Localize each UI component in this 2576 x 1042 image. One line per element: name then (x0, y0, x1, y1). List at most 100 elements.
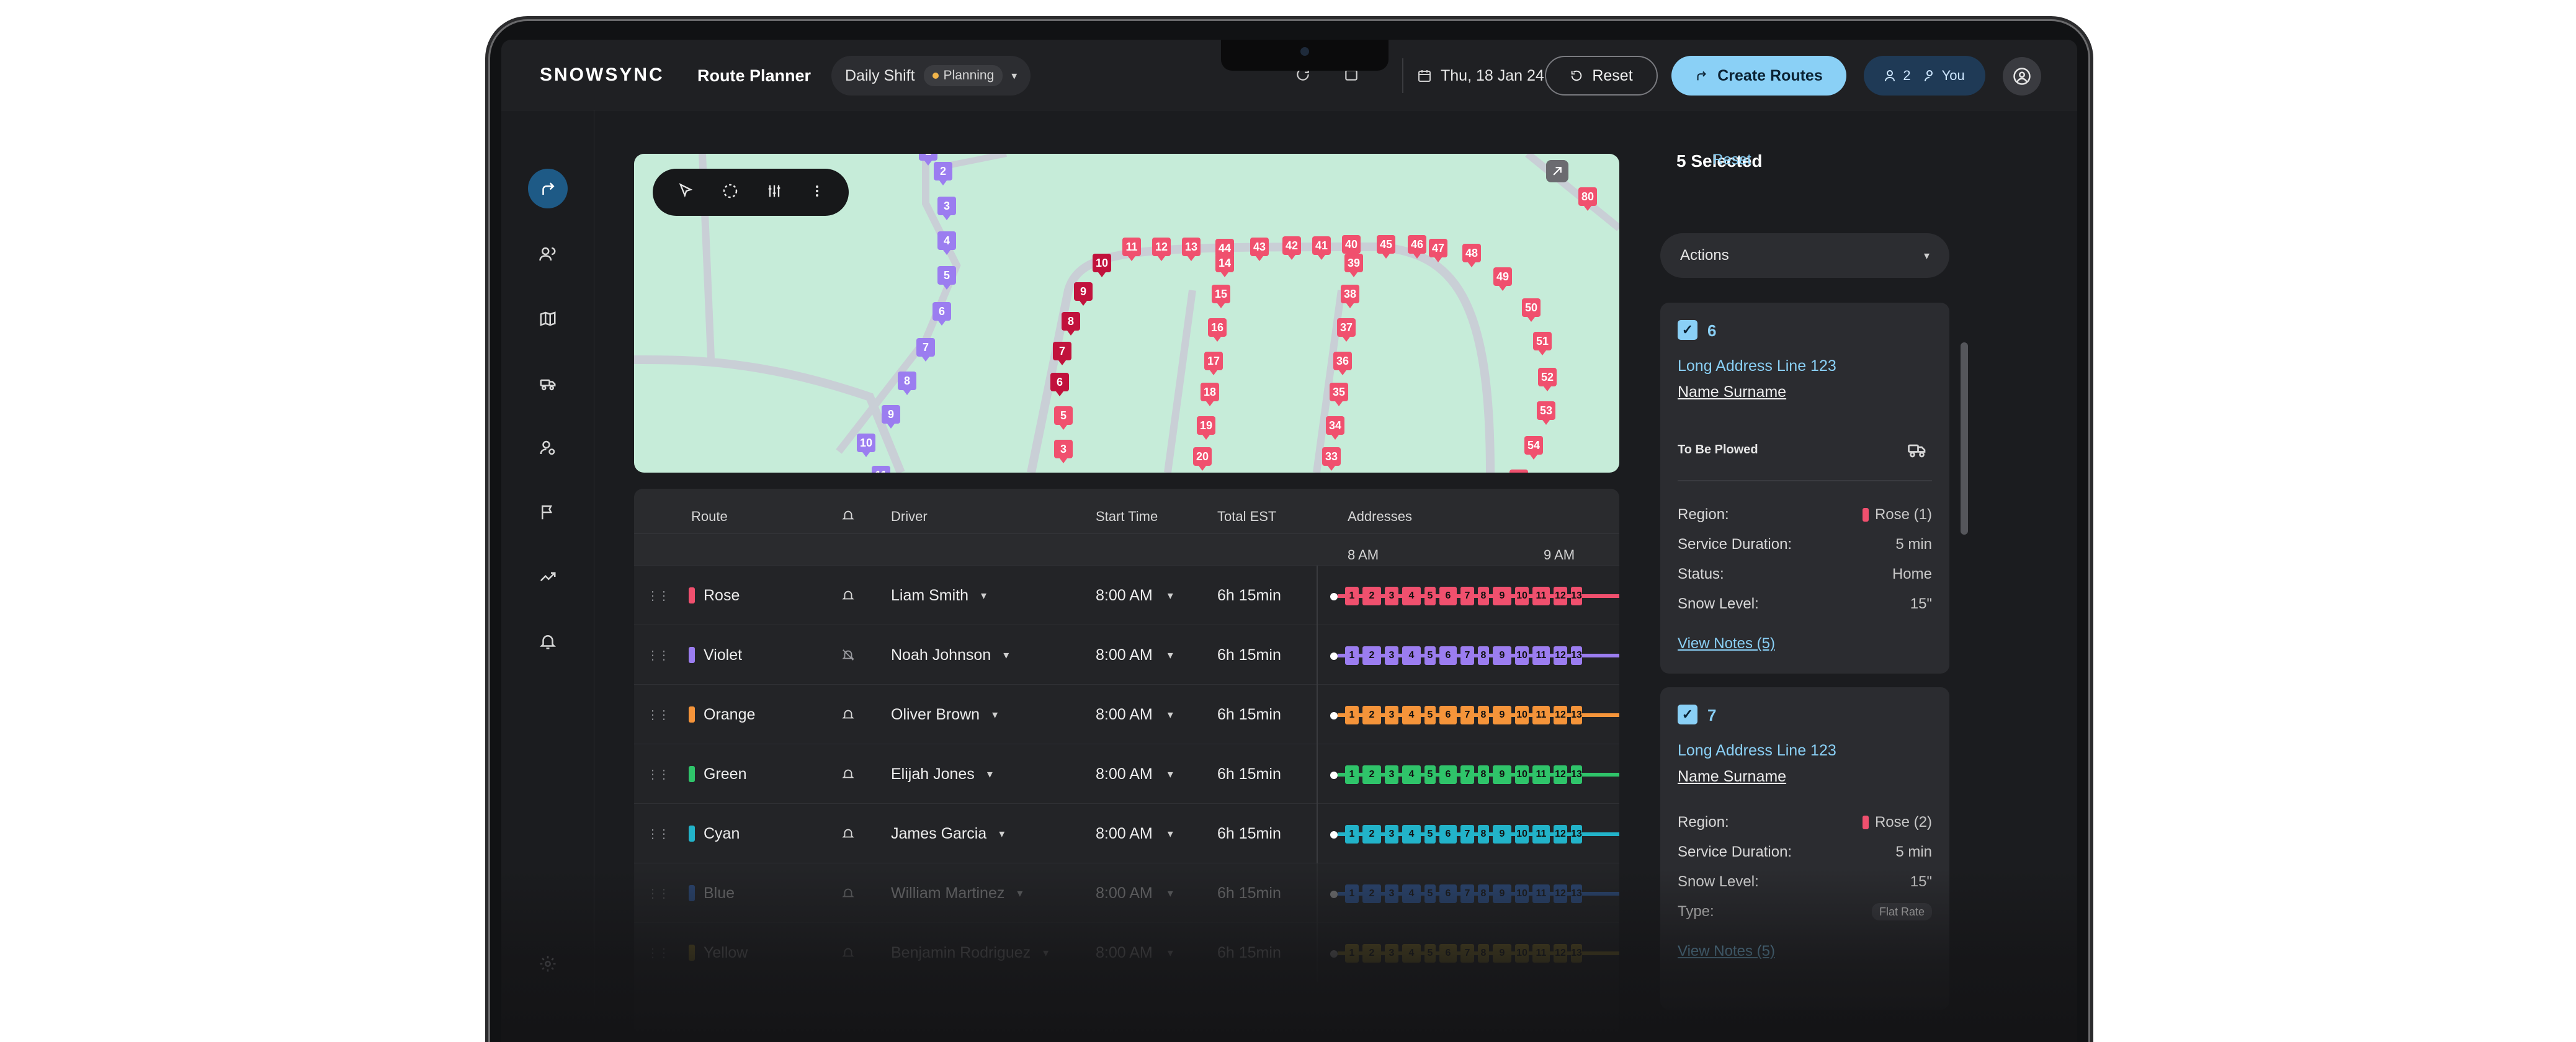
timeline-stop[interactable]: 6 (1439, 706, 1457, 724)
address-timeline[interactable]: 1 2 3 4 5 6 7 8 9 10 11 12 13 (1317, 923, 1619, 982)
map-pin-rose[interactable]: 33 (1322, 447, 1341, 471)
timeline-stop[interactable]: 5 (1424, 944, 1436, 963)
timeline-stop[interactable]: 5 (1424, 765, 1436, 784)
map-pin-rose[interactable]: 9 (1074, 282, 1093, 306)
avatar[interactable] (2003, 57, 2041, 96)
route-map[interactable]: 1234567891011325678910111213444342414045… (634, 154, 1619, 473)
timeline-stop[interactable]: 2 (1362, 646, 1381, 665)
timeline-stop[interactable]: 13 (1571, 646, 1582, 665)
timeline-stop[interactable]: 9 (1493, 884, 1511, 903)
timeline-stop[interactable]: 2 (1362, 765, 1381, 784)
driver-select[interactable]: William Martinez ▾ (891, 863, 1022, 923)
map-pin-rose[interactable]: 41 (1312, 236, 1331, 260)
timeline-stop[interactable]: 3 (1385, 884, 1398, 903)
timeline-stop[interactable]: 1 (1345, 587, 1359, 605)
table-row[interactable]: ⋮⋮ Yellow Benjamin Rodriguez ▾ 8:00 AM ▾ 6h 15… (634, 923, 1619, 982)
drag-handle-icon[interactable]: ⋮⋮ (646, 804, 670, 863)
timeline-stop[interactable]: 9 (1493, 646, 1511, 665)
address-timeline[interactable]: 1 2 3 4 5 6 7 8 9 10 11 12 13 (1317, 804, 1619, 863)
map-pin-violet[interactable]: 9 (882, 405, 900, 429)
collaborators-button[interactable]: 2 You (1864, 56, 1985, 96)
map-pin-rose[interactable]: 8 (1062, 312, 1080, 336)
map-pin-rose[interactable]: 43 (1250, 238, 1269, 261)
sidebar-item-map[interactable] (528, 299, 568, 339)
timeline-stop[interactable]: 11 (1532, 884, 1550, 903)
timeline-stop[interactable]: 4 (1402, 646, 1421, 665)
sidebar-item-vehicles[interactable] (528, 363, 568, 403)
timeline-stop[interactable]: 7 (1460, 587, 1474, 605)
map-pin-rose[interactable]: 80 (1578, 187, 1597, 211)
map-pin-rose[interactable]: 51 (1533, 332, 1552, 355)
bell-off-icon[interactable] (841, 625, 855, 685)
timeline-stop[interactable]: 7 (1460, 825, 1474, 844)
map-pin-rose[interactable]: 54 (1524, 436, 1543, 460)
timeline-stop[interactable]: 11 (1532, 825, 1550, 844)
map-pin-rose[interactable]: 46 (1408, 235, 1426, 259)
timeline-stop[interactable]: 11 (1532, 765, 1550, 784)
timeline-stop[interactable]: 10 (1515, 944, 1529, 963)
map-pin-rose[interactable]: 15 (1212, 285, 1230, 308)
map-pin-rose[interactable]: 49 (1493, 267, 1512, 291)
bell-icon[interactable] (841, 685, 855, 744)
map-pin-rose[interactable]: 18 (1201, 383, 1219, 406)
map-pin-rose[interactable]: 52 (1538, 368, 1557, 391)
timeline-stop[interactable]: 11 (1532, 944, 1550, 963)
timeline-stop[interactable]: 4 (1402, 884, 1421, 903)
driver-select[interactable]: Elijah Jones ▾ (891, 744, 993, 804)
customer-name[interactable]: Name Surname (1678, 383, 1786, 401)
timeline-stop[interactable]: 8 (1478, 587, 1489, 605)
bell-icon[interactable] (841, 863, 855, 923)
map-pin-rose[interactable]: 14 (1215, 254, 1234, 277)
timeline-stop[interactable]: 10 (1515, 706, 1529, 724)
driver-select[interactable]: Oliver Brown ▾ (891, 685, 998, 744)
timeline-stop[interactable]: 8 (1478, 706, 1489, 724)
timeline-stop[interactable]: 6 (1439, 944, 1457, 963)
timeline-stop[interactable]: 12 (1554, 706, 1567, 724)
map-pin-rose[interactable]: 55 (1509, 470, 1528, 473)
timeline-stop[interactable]: 6 (1439, 825, 1457, 844)
map-pin-violet[interactable]: 2 (934, 162, 952, 185)
map-pin-rose[interactable]: 53 (1537, 401, 1555, 425)
map-control-icon[interactable] (1546, 160, 1568, 182)
timeline-stop[interactable]: 10 (1515, 646, 1529, 665)
timeline-stop[interactable]: 2 (1362, 944, 1381, 963)
timeline-stop[interactable]: 6 (1439, 765, 1457, 784)
start-time-select[interactable]: 8:00 AM ▾ (1096, 863, 1173, 923)
map-pin-rose[interactable]: 48 (1462, 244, 1481, 267)
lasso-select-icon[interactable] (721, 182, 740, 203)
timeline-stop[interactable]: 8 (1478, 825, 1489, 844)
timeline-stop[interactable]: 1 (1345, 884, 1359, 903)
timeline-stop[interactable]: 13 (1571, 884, 1582, 903)
sidebar-item-alerts[interactable] (528, 621, 568, 661)
filters-icon[interactable] (766, 182, 783, 203)
timeline-stop[interactable]: 4 (1402, 587, 1421, 605)
bell-icon[interactable] (841, 923, 855, 982)
timeline-stop[interactable]: 13 (1571, 765, 1582, 784)
timeline-stop[interactable]: 7 (1460, 646, 1474, 665)
sidebar-item-routes[interactable] (528, 169, 568, 208)
timeline-stop[interactable]: 6 (1439, 884, 1457, 903)
date-picker[interactable]: Thu, 18 Jan 24 (1402, 58, 1544, 93)
map-pin-rose[interactable]: 11 (1122, 238, 1141, 261)
timeline-stop[interactable]: 13 (1571, 706, 1582, 724)
start-time-select[interactable]: 8:00 AM ▾ (1096, 566, 1173, 625)
timeline-stop[interactable]: 1 (1345, 825, 1359, 844)
timeline-stop[interactable]: 2 (1362, 884, 1381, 903)
timeline-stop[interactable]: 1 (1345, 706, 1359, 724)
map-pin-rose[interactable]: 10 (1093, 254, 1111, 277)
timeline-stop[interactable]: 5 (1424, 825, 1436, 844)
timeline-stop[interactable]: 9 (1493, 825, 1511, 844)
timeline-stop[interactable]: 3 (1385, 765, 1398, 784)
shift-selector[interactable]: Daily Shift Planning ▾ (831, 56, 1031, 96)
timeline-stop[interactable]: 5 (1424, 706, 1436, 724)
map-pin-rose[interactable]: 20 (1193, 447, 1212, 471)
map-pin-rose[interactable]: 7 (1053, 342, 1071, 365)
map-pin-rose[interactable]: 17 (1204, 352, 1223, 375)
map-pin-rose[interactable]: 19 (1197, 416, 1215, 440)
map-pin-rose[interactable]: 35 (1330, 383, 1348, 406)
map-pin-violet[interactable]: 6 (932, 302, 951, 326)
sidebar-item-analytics[interactable] (528, 557, 568, 597)
timeline-stop[interactable]: 10 (1515, 587, 1529, 605)
timeline-stop[interactable]: 5 (1424, 646, 1436, 665)
map-pin-rose[interactable]: 39 (1344, 254, 1363, 277)
